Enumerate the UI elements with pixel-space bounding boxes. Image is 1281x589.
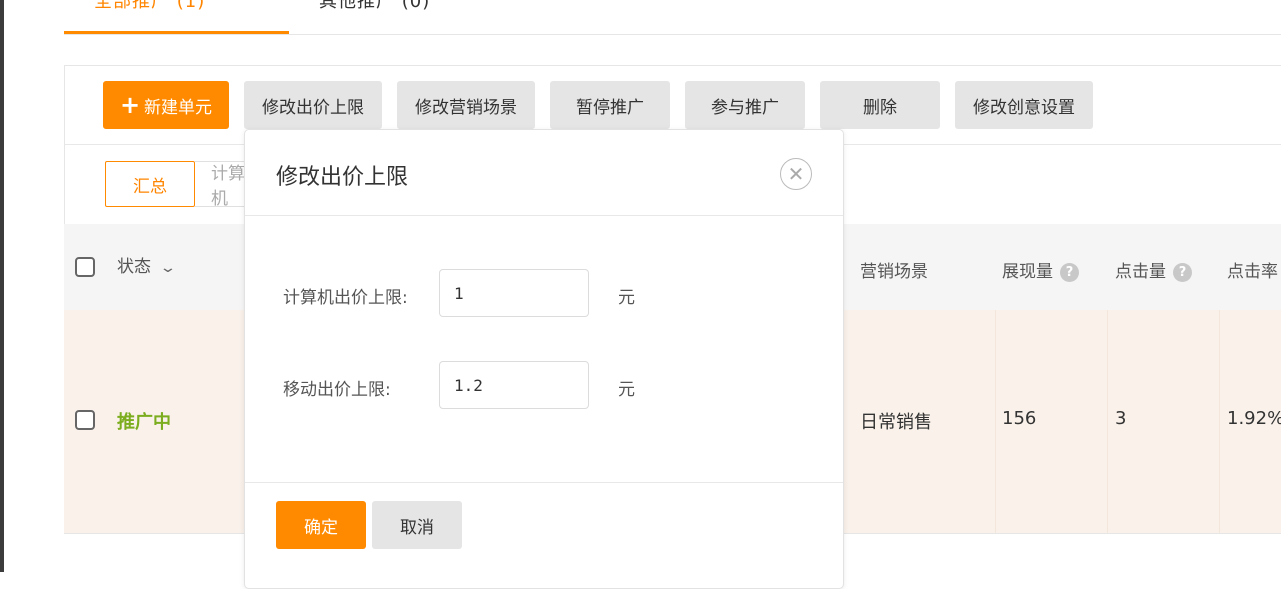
impressions-header-label: 展现量 — [1002, 262, 1053, 282]
row-checkbox[interactable] — [75, 410, 95, 430]
plus-icon: + — [119, 91, 141, 119]
impressions-header: 展现量? — [1002, 257, 1079, 282]
row-scene: 日常销售 — [860, 412, 932, 433]
column-divider — [1219, 310, 1220, 533]
modal-title: 修改出价上限 — [276, 165, 409, 190]
modify-bid-limit-button[interactable]: 修改出价上限 — [244, 81, 382, 129]
help-icon[interactable]: ? — [1060, 262, 1079, 282]
new-unit-label: 新建单元 — [144, 97, 213, 118]
pc-bid-limit-label: 计算机出价上限: — [283, 288, 408, 308]
window-edge — [0, 0, 4, 572]
clicks-header: 点击量? — [1115, 257, 1192, 282]
row-status: 推广中 — [117, 412, 171, 433]
status-header-label: 状态 — [117, 257, 151, 277]
mobile-bid-limit-label: 移动出价上限: — [283, 380, 391, 400]
pc-bid-limit-input[interactable] — [439, 269, 589, 317]
top-tabs: 全部推广 (1) 其他推广 (0) — [64, 0, 1281, 35]
select-all-checkbox[interactable] — [75, 257, 95, 277]
confirm-button[interactable]: 确定 — [276, 501, 366, 549]
delete-button[interactable]: 删除 — [820, 81, 940, 129]
active-tab-indicator — [64, 31, 289, 34]
help-icon[interactable]: ? — [1173, 262, 1192, 282]
modal-header-divider — [245, 215, 843, 216]
view-tab-summary[interactable]: 汇总 — [105, 161, 195, 207]
tab-all-promotions[interactable]: 全部推广 (1) — [94, 0, 205, 13]
scene-header: 营销场景 — [860, 262, 928, 282]
row-ctr: 1.92% — [1227, 408, 1281, 429]
status-header[interactable]: 状态 ⌄ — [117, 252, 178, 277]
join-promotion-button[interactable]: 参与推广 — [685, 81, 805, 129]
modify-scene-button[interactable]: 修改营销场景 — [397, 81, 535, 129]
new-unit-button[interactable]: + 新建单元 — [103, 81, 229, 129]
row-clicks: 3 — [1115, 408, 1127, 429]
ctr-header: 点击率 — [1227, 262, 1278, 282]
bid-limit-modal: 修改出价上限 ✕ 计算机出价上限: 元 移动出价上限: 元 确定 取消 — [244, 129, 844, 589]
close-icon[interactable]: ✕ — [780, 158, 812, 190]
cancel-button[interactable]: 取消 — [372, 501, 462, 549]
tab-other-promotions[interactable]: 其他推广 (0) — [319, 0, 430, 13]
pause-promotion-button[interactable]: 暂停推广 — [550, 81, 670, 129]
column-divider — [1107, 310, 1108, 533]
chevron-down-icon: ⌄ — [159, 260, 178, 276]
modify-creative-button[interactable]: 修改创意设置 — [955, 81, 1093, 129]
mobile-unit: 元 — [618, 380, 635, 400]
modal-footer-divider — [245, 482, 843, 483]
column-divider — [995, 310, 996, 533]
pc-unit: 元 — [618, 288, 635, 308]
row-impressions: 156 — [1002, 408, 1037, 429]
clicks-header-label: 点击量 — [1115, 262, 1166, 282]
mobile-bid-limit-input[interactable] — [439, 361, 589, 409]
